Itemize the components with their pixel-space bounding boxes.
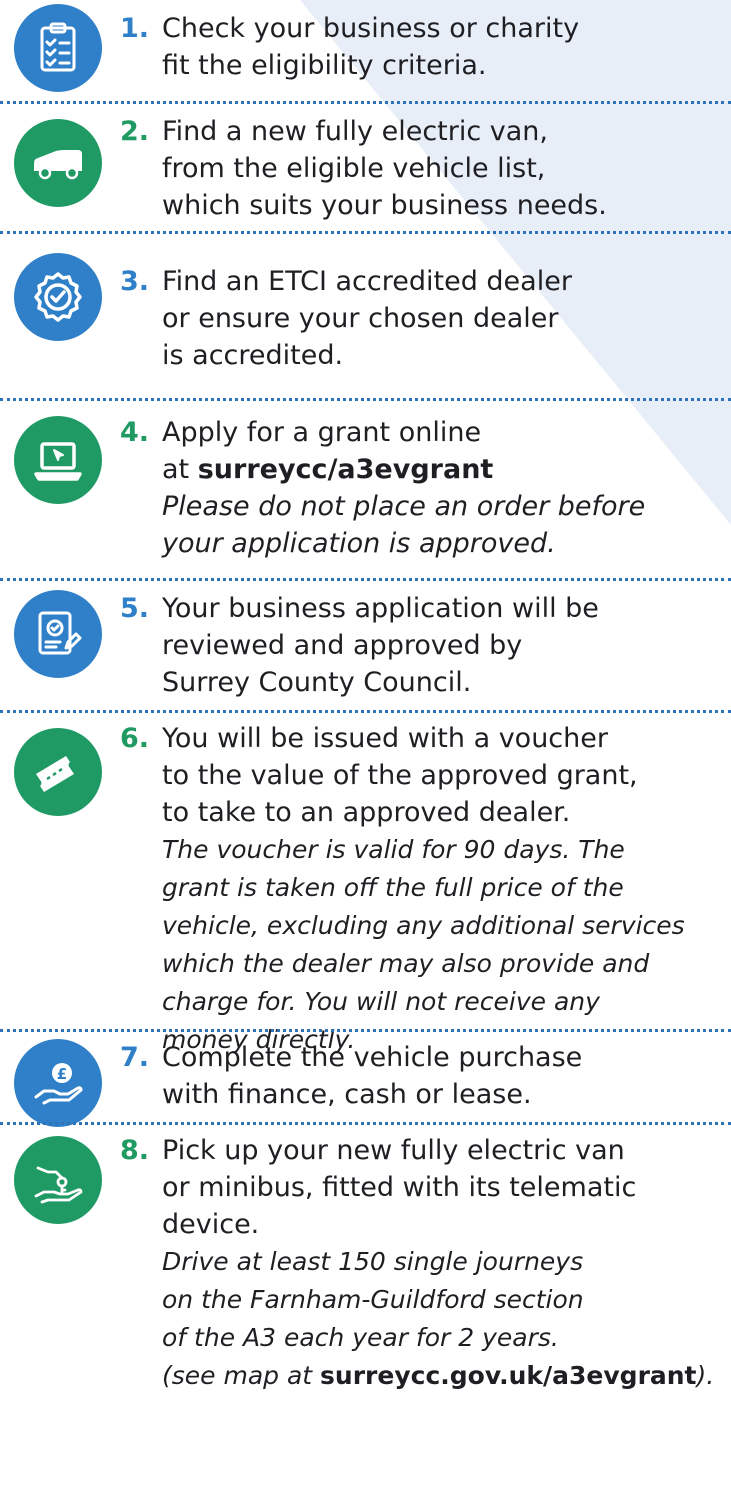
laptop-icon xyxy=(14,416,102,504)
step-8-text: Pick up your new fully electric van or m… xyxy=(162,1132,724,1395)
checklist-icon xyxy=(14,4,102,92)
divider xyxy=(0,710,731,713)
step-2-text: Find a new fully electric van, from the … xyxy=(162,116,607,221)
map-link[interactable]: surreycc.gov.uk/a3evgrant xyxy=(320,1361,696,1390)
step-6-main-text: You will be issued with a voucher to the… xyxy=(162,723,638,828)
divider xyxy=(0,101,731,104)
step-3-number: 3. xyxy=(120,266,150,297)
hand-pound-coin-icon: £ xyxy=(14,1039,102,1127)
step-7-text: Complete the vehicle purchase with finan… xyxy=(162,1042,583,1110)
key-handover-icon xyxy=(14,1136,102,1224)
step-3-text: Find an ETCI accredited dealer or ensure… xyxy=(162,266,572,371)
accredited-badge-icon xyxy=(14,253,102,341)
step-4-text: Apply for a grant online at surreycc/a3e… xyxy=(162,414,724,562)
step-7-number: 7. xyxy=(120,1042,150,1073)
divider xyxy=(0,231,731,234)
step-6-text: You will be issued with a voucher to the… xyxy=(162,720,724,1059)
step-5-number: 5. xyxy=(120,593,150,624)
divider xyxy=(0,578,731,581)
step-8-note-end: ). xyxy=(696,1361,715,1390)
step-1-number: 1. xyxy=(120,13,150,44)
step-8-main-text: Pick up your new fully electric van or m… xyxy=(162,1135,637,1240)
step-4-number: 4. xyxy=(120,417,150,448)
divider xyxy=(0,398,731,401)
van-icon xyxy=(14,119,102,207)
step-4-note: Please do not place an order before your… xyxy=(162,491,646,559)
divider xyxy=(0,1122,731,1125)
step-2-number: 2. xyxy=(120,116,150,147)
approved-document-icon xyxy=(14,590,102,678)
svg-text:£: £ xyxy=(57,1065,67,1083)
step-8-note: Drive at least 150 single journeys on th… xyxy=(162,1247,714,1390)
step-1-text: Check your business or charity fit the e… xyxy=(162,13,580,81)
voucher-ticket-icon xyxy=(14,728,102,816)
grant-application-link[interactable]: surreycc/a3evgrant xyxy=(198,454,494,485)
divider xyxy=(0,1029,731,1032)
step-6-note: The voucher is valid for 90 days. The gr… xyxy=(162,835,685,1054)
step-6-number: 6. xyxy=(120,723,150,754)
step-8-number: 8. xyxy=(120,1135,150,1166)
step-5-text: Your business application will be review… xyxy=(162,593,599,698)
